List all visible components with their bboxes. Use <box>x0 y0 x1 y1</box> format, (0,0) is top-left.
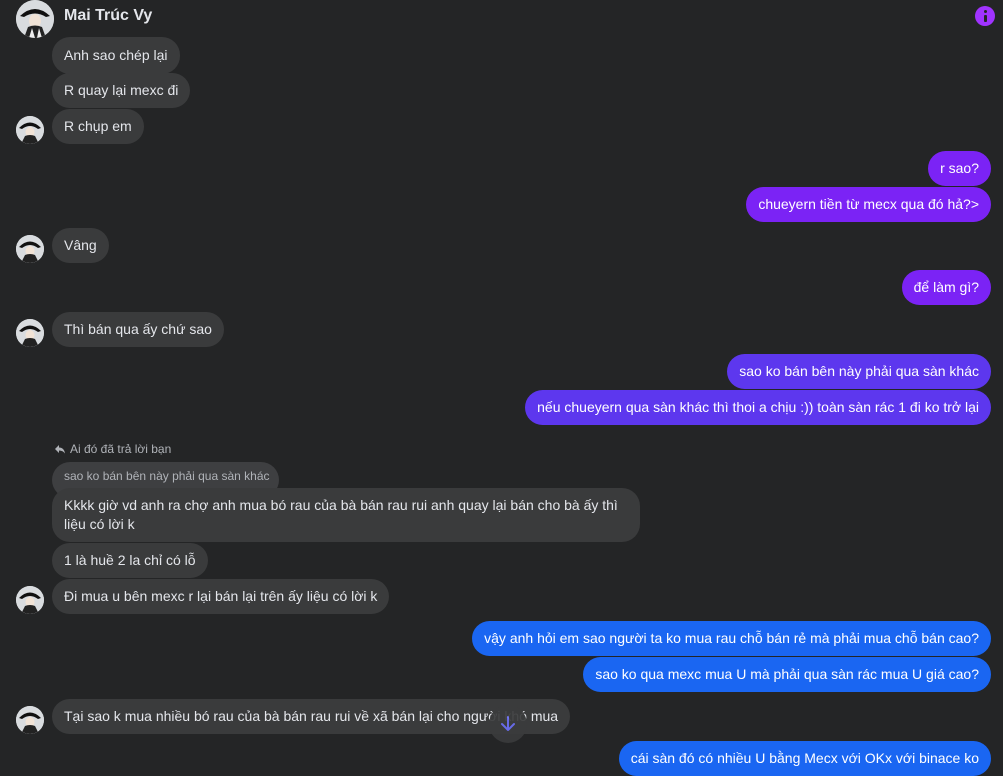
contact-avatar-small[interactable] <box>16 586 44 614</box>
reply-arrow-icon <box>55 445 65 454</box>
message-bubble-outgoing[interactable]: vậy anh hỏi em sao người ta ko mua rau c… <box>472 621 991 656</box>
message-bubble-outgoing[interactable]: sao ko bán bên này phải qua sàn khác <box>727 354 991 389</box>
message-bubble-outgoing[interactable]: sao ko qua mexc mua U mà phải qua sàn rá… <box>583 657 991 692</box>
message-bubble-incoming[interactable]: Đi mua u bên mexc r lại bán lại trên ấy … <box>52 579 390 614</box>
info-icon[interactable] <box>975 6 995 26</box>
arrow-down-icon <box>501 716 515 731</box>
message-bubble-incoming[interactable]: R chụp em <box>52 109 144 144</box>
message-bubble-incoming[interactable]: Vâng <box>52 228 109 263</box>
contact-avatar-small[interactable] <box>16 116 44 144</box>
chat-header: Mai Trúc Vy <box>0 0 1003 38</box>
message-bubble-outgoing[interactable]: r sao? <box>928 151 991 186</box>
message-bubble-outgoing[interactable]: để làm gì? <box>901 270 991 305</box>
message-bubble-incoming[interactable]: R quay lại mexc đi <box>52 73 191 108</box>
message-bubble-outgoing[interactable]: cái sàn đó có nhiều U bằng Mecx với OKx … <box>618 741 991 776</box>
message-bubble-outgoing[interactable]: nếu chueyern qua sàn khác thì thoi a chị… <box>525 390 991 425</box>
contact-avatar-small[interactable] <box>16 235 44 263</box>
message-bubble-outgoing[interactable]: chueyern tiền từ mecx qua đó hả?> <box>746 187 991 222</box>
contact-avatar-small[interactable] <box>16 706 44 734</box>
reply-indicator: Ai đó đã trả lời bạn <box>54 442 171 456</box>
message-bubble-incoming[interactable]: 1 là huề 2 la chỉ có lỗ <box>52 543 208 578</box>
message-bubble-incoming[interactable]: Thì bán qua ấy chứ sao <box>52 312 224 347</box>
reply-label-text: Ai đó đã trả lời bạn <box>70 442 172 456</box>
message-bubble-incoming[interactable]: Kkkk giờ vd anh ra chợ anh mua bó rau củ… <box>52 488 640 542</box>
contact-name[interactable]: Mai Trúc Vy <box>64 7 152 25</box>
contact-avatar[interactable] <box>16 0 54 38</box>
message-bubble-incoming[interactable]: Anh sao chép lại <box>52 37 180 74</box>
scroll-to-bottom-button[interactable] <box>489 705 527 743</box>
contact-avatar-small[interactable] <box>16 319 44 347</box>
